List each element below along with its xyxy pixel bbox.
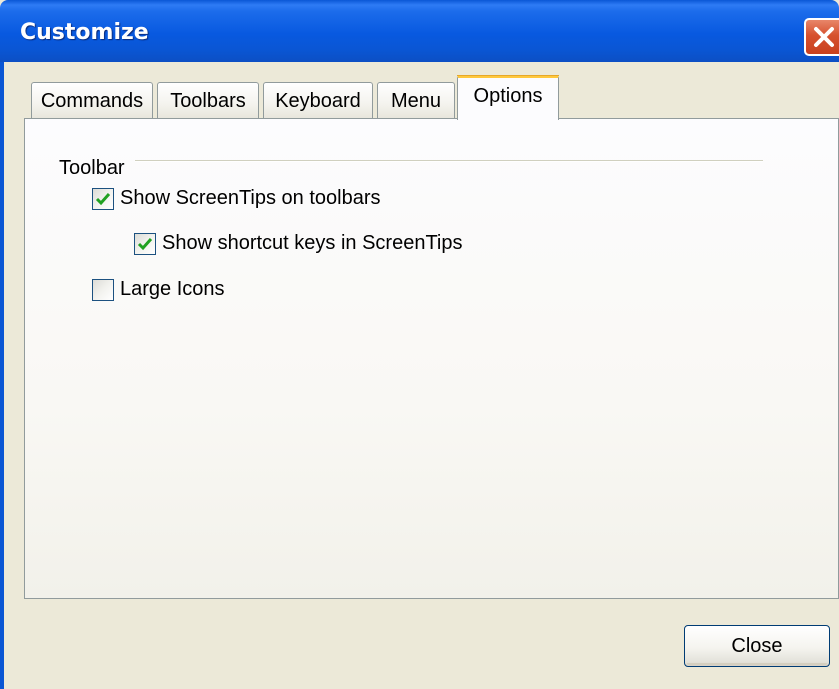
checkmark-icon — [95, 192, 111, 205]
tab-toolbars-label: Toolbars — [170, 90, 246, 112]
window-close-button[interactable] — [804, 18, 839, 56]
customize-dialog: Customize Commands Toolbars Keyboard Men… — [0, 0, 839, 689]
tab-options[interactable]: Options — [457, 75, 559, 120]
tab-toolbars[interactable]: Toolbars — [157, 82, 259, 118]
show-shortcut-keys-checkbox[interactable] — [134, 232, 156, 255]
show-screentips-label: Show ScreenTips on toolbars — [120, 187, 381, 209]
close-x-icon — [814, 27, 834, 47]
group-label-toolbar: Toolbar — [59, 157, 125, 179]
show-shortcut-keys-label: Show shortcut keys in ScreenTips — [162, 232, 463, 254]
large-icons-label: Large Icons — [120, 278, 225, 300]
tab-menu[interactable]: Menu — [377, 82, 455, 118]
tab-keyboard-label: Keyboard — [275, 90, 361, 112]
tab-menu-label: Menu — [390, 90, 442, 112]
close-button-label: Close — [731, 635, 783, 657]
tab-keyboard[interactable]: Keyboard — [263, 82, 373, 118]
options-panel: Toolbar Show ScreenTips on toolbars Show… — [24, 118, 839, 599]
large-icons-checkbox[interactable] — [92, 278, 114, 301]
title-bar[interactable]: Customize — [0, 0, 839, 62]
tab-commands-label: Commands — [40, 90, 144, 112]
group-divider — [135, 160, 763, 162]
show-screentips-checkbox[interactable] — [92, 187, 114, 210]
show-screentips-option[interactable]: Show ScreenTips on toolbars — [92, 187, 381, 210]
tab-options-label: Options — [473, 85, 543, 107]
window-frame-left — [0, 62, 4, 689]
checkmark-icon — [137, 237, 153, 250]
tab-commands[interactable]: Commands — [31, 82, 153, 118]
show-shortcut-keys-option[interactable]: Show shortcut keys in ScreenTips — [134, 232, 463, 255]
window-title: Customize — [20, 20, 149, 45]
large-icons-option[interactable]: Large Icons — [92, 278, 225, 301]
close-button[interactable]: Close — [684, 625, 830, 667]
